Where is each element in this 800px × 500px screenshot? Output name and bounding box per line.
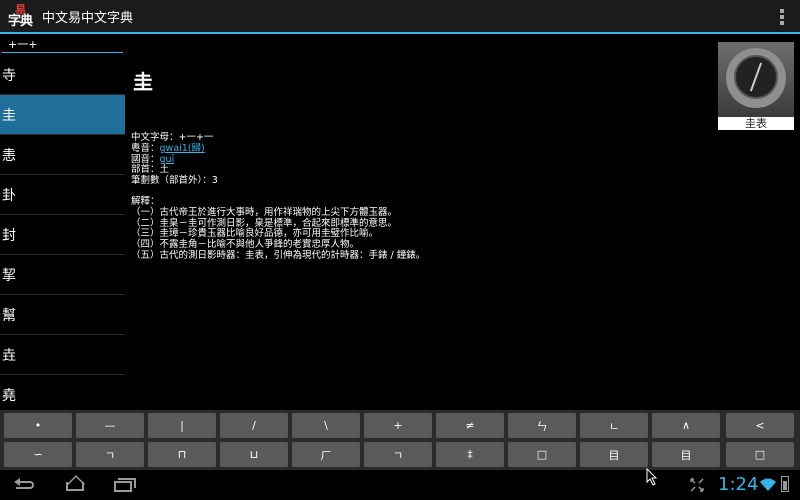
battery-icon	[781, 476, 789, 492]
app-logo-icon[interactable]: 易 字典	[6, 2, 34, 30]
entry-headword: 圭	[133, 70, 153, 94]
status-clock: 1:24	[718, 474, 759, 495]
stroke-keyboard: • — | / \ + ≠ ㄣ ㄴ ∧ < ∽ ㄱ ⊓ ⊔ ㄏ ㄱ ‡ □ 目 …	[0, 410, 800, 470]
stroke-key[interactable]: ‡	[436, 442, 504, 467]
stroke-key[interactable]: |	[148, 413, 216, 438]
stroke-key[interactable]: ㄏ	[292, 442, 360, 467]
entry-cantonese-row: 粵音：gwai1(歸)	[131, 142, 205, 154]
recent-apps-icon[interactable]	[114, 478, 136, 492]
stroke-key[interactable]: ㄣ	[508, 413, 576, 438]
stroke-key[interactable]: ㄴ	[580, 413, 648, 438]
stroke-key[interactable]: ㄱ	[364, 442, 432, 467]
stroke-key[interactable]: 目	[652, 442, 720, 467]
definition-item: （一）古代帝王於進行大事時，用作祥瑞物的上尖下方體玉器。	[131, 206, 398, 218]
stroke-key[interactable]: \	[292, 413, 360, 438]
thumbnail-caption: 圭表	[718, 117, 794, 130]
stroke-search-input[interactable]: +一+	[2, 37, 123, 53]
entry-info: 中文字母：+一+一 粵音：gwai1(歸) 國音：guī 部首：土 筆劃數（部首…	[131, 132, 711, 262]
stroke-key[interactable]: ㄱ	[76, 442, 144, 467]
system-nav-bar	[0, 470, 800, 500]
list-item[interactable]: 卦	[0, 175, 125, 215]
stroke-key[interactable]: ⊓	[148, 442, 216, 467]
list-item[interactable]: 恚	[0, 135, 125, 175]
home-icon[interactable]	[64, 478, 86, 492]
entry-radical-row: 部首：土	[131, 164, 170, 176]
stroke-key[interactable]: +	[364, 413, 432, 438]
entry-mandarin-row: 國音：guī	[131, 153, 175, 165]
stroke-key-dot[interactable]: •	[4, 413, 72, 438]
stroke-key[interactable]: —	[76, 413, 144, 438]
list-item[interactable]: 堯	[0, 375, 125, 407]
stroke-key[interactable]: ⊔	[220, 442, 288, 467]
action-bar: 易 字典 中文易中文字典	[0, 0, 800, 34]
screen-fit-icon[interactable]	[690, 478, 704, 492]
app-title: 中文易中文字典	[42, 10, 134, 26]
entry-letters-row: 中文字母：+一+一	[131, 132, 214, 143]
list-item[interactable]: 封	[0, 215, 125, 255]
entry-panel: 圭 中文字母：+一+一 粵音：gwai1(歸) 國音：guī 部首：土 筆劃數（…	[131, 60, 711, 262]
stroke-key[interactable]: 目	[580, 442, 648, 467]
cantonese-pronunciation-link[interactable]: gwai1(歸)	[160, 143, 205, 154]
list-item-selected[interactable]: 圭	[0, 95, 125, 135]
overflow-menu-icon[interactable]	[780, 9, 784, 25]
app-logo-bottom: 字典	[7, 14, 33, 29]
list-item[interactable]: 垚	[0, 335, 125, 375]
list-item[interactable]: 挈	[0, 255, 125, 295]
mouse-cursor-icon	[646, 468, 658, 486]
stroke-key[interactable]: ∧	[652, 413, 720, 438]
sundial-image	[718, 42, 794, 117]
wifi-icon	[760, 478, 776, 491]
back-icon[interactable]	[14, 478, 36, 492]
entry-strokes-row: 筆劃數（部首外）：3	[131, 175, 218, 187]
stroke-key[interactable]: □	[508, 442, 576, 467]
stroke-key[interactable]: /	[220, 413, 288, 438]
definition-item: （五）古代的測日影時器：圭表，引伸為現代的計時器：手錶 / 鐘錶。	[131, 249, 426, 261]
stroke-key[interactable]: ≠	[436, 413, 504, 438]
list-item[interactable]: 幫	[0, 295, 125, 335]
backspace-key[interactable]: <	[726, 413, 794, 438]
character-list: 寺 圭 恚 卦 封 挈 幫 垚 堯	[0, 55, 125, 407]
sundial-thumbnail[interactable]: 圭表	[718, 42, 794, 130]
mandarin-pronunciation-link[interactable]: guī	[160, 154, 175, 165]
stroke-key[interactable]: ∽	[4, 442, 72, 467]
stroke-key[interactable]: □	[726, 442, 794, 467]
list-item[interactable]: 寺	[0, 55, 125, 95]
